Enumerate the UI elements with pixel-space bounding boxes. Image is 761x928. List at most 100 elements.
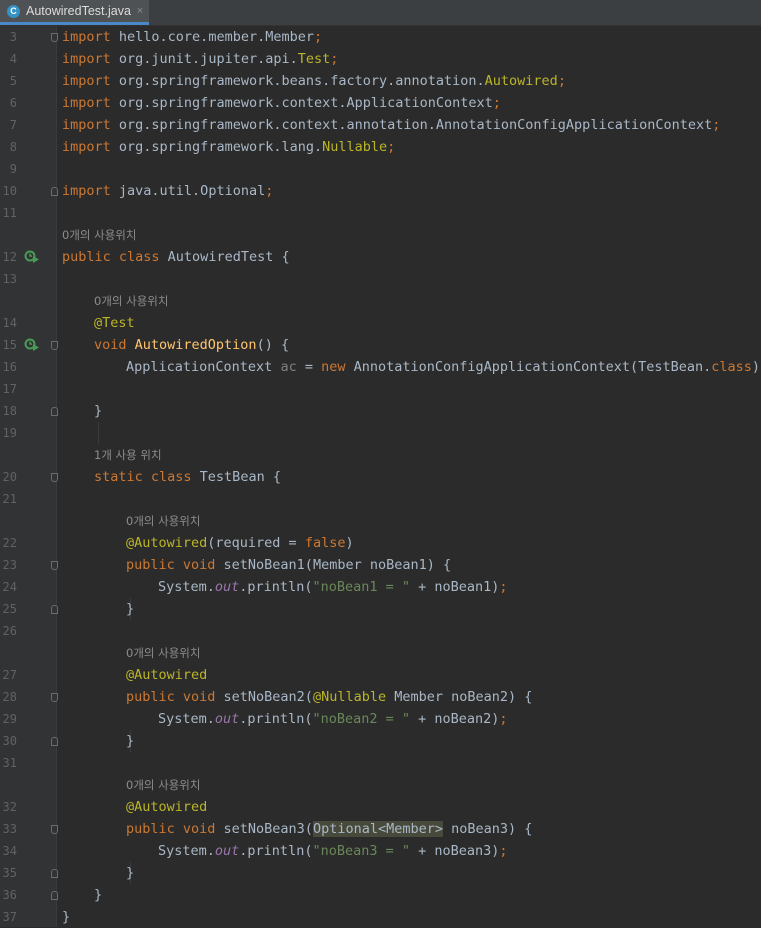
line-number: 22 [2,536,17,550]
line-number: 13 [2,272,17,286]
code-line: 15 void AutowiredOption() { [0,334,761,356]
code-text: public void setNoBean3(Optional<Member> … [126,821,533,837]
code-text: public class AutowiredTest { [62,249,290,265]
code-text: System.out.println("noBean2 = " + noBean… [158,711,508,727]
java-class-icon: C [7,4,20,18]
code-line: 7 import org.springframework.context.ann… [0,114,761,136]
code-line: 14 @Test [0,312,761,334]
line-number: 6 [9,96,17,110]
usage-hint[interactable]: 0개의 사용위치 [62,224,136,246]
fold-marker-icon[interactable] [51,187,58,196]
code-text: import hello.core.member.Member; [62,29,323,45]
code-line: 34 System.out.println("noBean3 = " + noB… [0,840,761,862]
tab-autowiredtest-java[interactable]: C AutowiredTest.java × [0,0,149,25]
code-line: 6 import org.springframework.context.App… [0,92,761,114]
fold-marker-icon[interactable] [51,407,58,416]
fold-marker-icon[interactable] [51,605,58,614]
usage-hint-row: 0개의 사용위치 [0,224,761,246]
usage-hint-row: 0개의 사용위치 [0,642,761,664]
fold-marker-icon[interactable] [51,473,58,482]
line-number: 31 [2,756,17,770]
code-text: void AutowiredOption() { [94,337,290,353]
code-line: 27 @Autowired [0,664,761,686]
code-line: 13 [0,268,761,290]
line-number: 19 [2,426,17,440]
line-number: 25 [2,602,17,616]
code-line: 31 [0,752,761,774]
fold-marker-icon[interactable] [51,825,58,834]
code-line: 29 System.out.println("noBean2 = " + noB… [0,708,761,730]
code-text: static class TestBean { [94,469,281,485]
code-line: 37 } [0,906,761,928]
code-text: import org.springframework.lang.Nullable… [62,139,396,155]
code-line: 26 [0,620,761,642]
code-text: } [94,403,103,419]
usage-hint-row: 0개의 사용위치 [0,774,761,796]
code-text: @Autowired [126,667,208,683]
usage-hint-row: 0개의 사용위치 [0,290,761,312]
line-number: 3 [9,30,17,44]
usage-hint-row: 1개 사용 위치 [0,444,761,466]
fold-marker-icon[interactable] [51,693,58,702]
fold-marker-icon[interactable] [51,869,58,878]
line-number: 15 [2,338,17,352]
code-text: } [62,909,71,925]
line-number: 8 [9,140,17,154]
line-number: 36 [2,888,17,902]
line-number: 29 [2,712,17,726]
run-test-icon[interactable] [24,250,40,264]
code-text: System.out.println("noBean1 = " + noBean… [158,579,508,595]
highlighted-type[interactable]: Optional<Member> [312,821,443,837]
code-text: ApplicationContext ac = new AnnotationCo… [126,359,761,375]
code-line: 36 } [0,884,761,906]
code-line: 32 @Autowired [0,796,761,818]
line-number: 23 [2,558,17,572]
line-number: 7 [9,118,17,132]
code-line: 28 public void setNoBean2(@Nullable Memb… [0,686,761,708]
code-text: public void setNoBean2(@Nullable Member … [126,689,533,705]
fold-marker-icon[interactable] [51,561,58,570]
line-number: 11 [2,206,17,220]
code-text: } [126,865,135,881]
usage-hint[interactable]: 0개의 사용위치 [126,642,200,664]
usage-hint[interactable]: 0개의 사용위치 [126,510,200,532]
usage-hint-row: 0개의 사용위치 [0,510,761,532]
line-number: 10 [2,184,17,198]
code-text: import org.springframework.context.Appli… [62,95,501,111]
fold-marker-icon[interactable] [51,891,58,900]
line-number: 32 [2,800,17,814]
line-number: 4 [9,52,17,66]
code-editor[interactable]: 3 import hello.core.member.Member; 4 imp… [0,26,761,927]
line-number: 20 [2,470,17,484]
line-number: 35 [2,866,17,880]
usage-hint[interactable]: 0개의 사용위치 [94,290,168,312]
fold-marker-icon[interactable] [51,737,58,746]
fold-marker-icon[interactable] [51,341,58,350]
run-test-icon[interactable] [24,338,40,352]
line-number: 5 [9,74,17,88]
line-number: 14 [2,316,17,330]
line-number: 12 [2,250,17,264]
line-number: 16 [2,360,17,374]
fold-marker-icon[interactable] [51,33,58,42]
code-line: 35 } [0,862,761,884]
code-line: 5 import org.springframework.beans.facto… [0,70,761,92]
code-line: 33 public void setNoBean3(Optional<Membe… [0,818,761,840]
usage-hint[interactable]: 1개 사용 위치 [94,444,162,466]
code-text: } [126,601,135,617]
line-number: 34 [2,844,17,858]
line-number: 21 [2,492,17,506]
code-text: @Autowired [126,799,208,815]
code-text: @Autowired(required = false) [126,535,354,551]
tab-label: AutowiredTest.java [26,4,131,18]
code-line: 12 public class AutowiredTest { [0,246,761,268]
code-text: } [94,887,103,903]
code-text: import java.util.Optional; [62,183,274,199]
code-line: 10 import java.util.Optional; [0,180,761,202]
close-icon[interactable]: × [137,5,143,17]
code-text: @Test [94,315,135,331]
code-line: 24 System.out.println("noBean1 = " + noB… [0,576,761,598]
usage-hint[interactable]: 0개의 사용위치 [126,774,200,796]
code-line: 21 [0,488,761,510]
code-text: import org.springframework.context.annot… [62,117,721,133]
